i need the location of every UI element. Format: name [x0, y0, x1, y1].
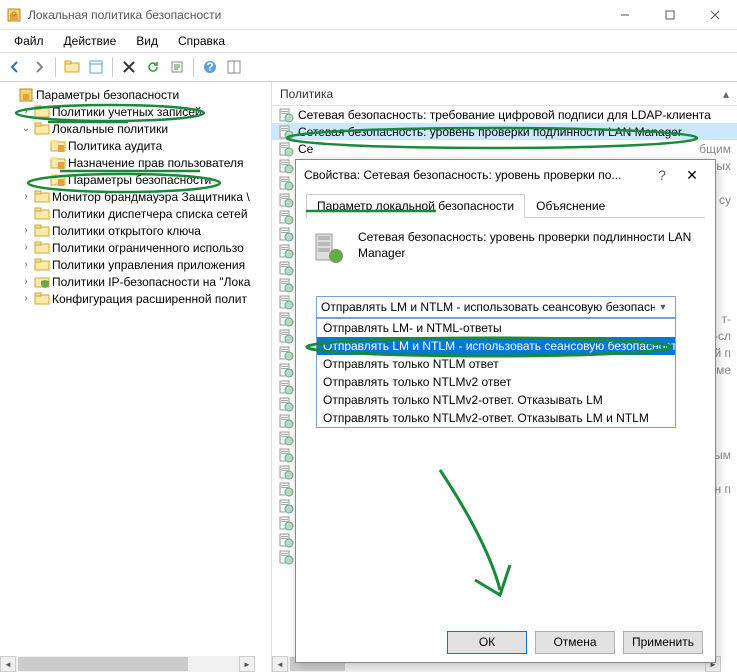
tree-restricted[interactable]: › Политики ограниченного использо: [16, 239, 271, 256]
combo-option[interactable]: Отправлять только NTLMv2 ответ: [317, 373, 675, 391]
tree-item-label: Политики IP-безопасности на "Лока: [52, 275, 250, 289]
tree-ipsec[interactable]: › Политики IP-безопасности на "Лока: [16, 273, 271, 290]
tree-local-child-0[interactable]: Политика аудита: [32, 137, 271, 154]
expander-icon: ›: [20, 259, 32, 270]
tree-item-label: Политики ограниченного использо: [52, 241, 244, 255]
tree-item-label: Локальные политики: [52, 122, 168, 136]
combo-option[interactable]: Отправлять только NTLM ответ: [317, 355, 675, 373]
tree-local-policies[interactable]: ⌄ Локальные политики: [16, 120, 271, 137]
app-icon: [6, 7, 22, 23]
scroll-left-icon[interactable]: ◄: [0, 656, 16, 672]
tree-panel: Параметры безопасности › Политики учетных…: [0, 82, 272, 672]
tree-netlist[interactable]: Политики диспетчера списка сетей: [16, 205, 271, 222]
tree-item-label: Политики управления приложения: [52, 258, 245, 272]
tree-scrollbar[interactable]: ◄ ►: [0, 656, 255, 672]
list-header[interactable]: Политика ▴: [272, 82, 737, 106]
minimize-button[interactable]: [602, 0, 647, 30]
policy-label: Сетевая безопасность: уровень проверки п…: [298, 125, 682, 139]
menu-action[interactable]: Действие: [54, 32, 127, 50]
tree-item-label: Политики диспетчера списка сетей: [52, 207, 248, 221]
policy-row[interactable]: Сетевая безопасность: требование цифрово…: [272, 106, 737, 123]
chevron-down-icon: ▾: [655, 302, 671, 313]
server-icon: [310, 230, 346, 266]
dialog-tabs: Параметр локальной безопасности Объяснен…: [306, 194, 705, 218]
refresh-toolbar-button[interactable]: [142, 56, 164, 78]
maximize-button[interactable]: [647, 0, 692, 30]
properties-dialog: Свойства: Сетевая безопасность: уровень …: [295, 159, 716, 663]
help-toolbar-button[interactable]: ?: [199, 56, 221, 78]
tree-pubkey[interactable]: › Политики открытого ключа: [16, 222, 271, 239]
scroll-right-icon[interactable]: ►: [239, 656, 255, 672]
tree-local-child-1[interactable]: Назначение прав пользователя: [32, 154, 271, 171]
combo-option[interactable]: Отправлять только NTLMv2-ответ. Отказыва…: [317, 409, 675, 427]
svg-text:?: ?: [206, 60, 213, 74]
close-button[interactable]: [692, 0, 737, 30]
policy-name: Сетевая безопасность: уровень проверки п…: [358, 230, 701, 261]
tree-item-label: Политика аудита: [68, 139, 162, 153]
tree-firewall[interactable]: › Монитор брандмауэра Защитника \: [16, 188, 271, 205]
tree-local-child-2[interactable]: Параметры безопасности: [32, 171, 271, 188]
forward-button[interactable]: [28, 56, 50, 78]
dialog-close-button[interactable]: ✕: [677, 167, 707, 184]
tab-local-setting[interactable]: Параметр локальной безопасности: [306, 194, 525, 218]
combo-option[interactable]: Отправлять LM- и NTML-ответы: [317, 319, 675, 337]
policy-label: Се: [298, 142, 313, 156]
combo-option[interactable]: Отправлять только NTLMv2-ответ. Отказыва…: [317, 391, 675, 409]
menu-file[interactable]: Файл: [4, 32, 54, 50]
tree-item-label: Назначение прав пользователя: [68, 156, 244, 170]
toolbar: ?: [0, 52, 737, 82]
properties-toolbar-button[interactable]: [85, 56, 107, 78]
combo-selected-value: Отправлять LM и NTLM - использовать сеан…: [321, 300, 655, 314]
tree-appcontrol[interactable]: › Политики управления приложения: [16, 256, 271, 273]
combo-option[interactable]: Отправлять LM и NTLM - использовать сеан…: [317, 337, 675, 355]
ok-button[interactable]: ОК: [447, 631, 527, 654]
security-root-icon: [18, 87, 34, 103]
tree-item-label: Политики учетных записей: [52, 105, 202, 119]
column-policy: Политика: [280, 87, 333, 101]
expander-icon: ›: [20, 242, 32, 253]
tree-item-label: Монитор брандмауэра Защитника \: [52, 190, 250, 204]
up-button[interactable]: [61, 56, 83, 78]
combo-dropdown-list: Отправлять LM- и NTML-ответыОтправлять L…: [316, 318, 676, 428]
apply-button[interactable]: Применить: [623, 631, 703, 654]
dialog-help-button[interactable]: ?: [647, 167, 677, 183]
dialog-titlebar: Свойства: Сетевая безопасность: уровень …: [296, 160, 715, 190]
sort-indicator-icon: ▴: [723, 87, 729, 101]
delete-toolbar-button[interactable]: [118, 56, 140, 78]
expander-icon: ›: [20, 293, 32, 304]
tree-root-label: Параметры безопасности: [36, 88, 179, 102]
policy-label: Сетевая безопасность: требование цифрово…: [298, 108, 711, 122]
policy-row[interactable]: Себщим: [272, 140, 737, 157]
scroll-left-icon[interactable]: ◄: [272, 656, 288, 672]
expander-icon: ⌄: [20, 123, 32, 134]
title-bar: Локальная политика безопасности: [0, 0, 737, 30]
expander-icon: ›: [20, 106, 32, 117]
tree-item-label: Конфигурация расширенной полит: [52, 292, 247, 306]
cancel-button[interactable]: Отмена: [535, 631, 615, 654]
menu-help[interactable]: Справка: [168, 32, 235, 50]
tab-explain[interactable]: Объяснение: [525, 194, 616, 218]
window-title: Локальная политика безопасности: [28, 8, 602, 22]
auth-level-combo[interactable]: Отправлять LM и NTLM - использовать сеан…: [316, 296, 676, 318]
dialog-title: Свойства: Сетевая безопасность: уровень …: [304, 168, 647, 182]
tree-item-label: Параметры безопасности: [68, 173, 211, 187]
export-toolbar-button[interactable]: [166, 56, 188, 78]
menu-bar: Файл Действие Вид Справка: [0, 30, 737, 52]
expander-icon: ›: [20, 225, 32, 236]
expander-icon: ›: [20, 276, 32, 287]
menu-view[interactable]: Вид: [126, 32, 168, 50]
tree-account-policies[interactable]: › Политики учетных записей: [16, 103, 271, 120]
tree-root[interactable]: Параметры безопасности: [0, 86, 271, 103]
back-button[interactable]: [4, 56, 26, 78]
tree-item-label: Политики открытого ключа: [52, 224, 201, 238]
options-toolbar-button[interactable]: [223, 56, 245, 78]
tree-advanced[interactable]: › Конфигурация расширенной полит: [16, 290, 271, 307]
expander-icon: ›: [20, 191, 32, 202]
policy-row[interactable]: Сетевая безопасность: уровень проверки п…: [272, 123, 737, 140]
